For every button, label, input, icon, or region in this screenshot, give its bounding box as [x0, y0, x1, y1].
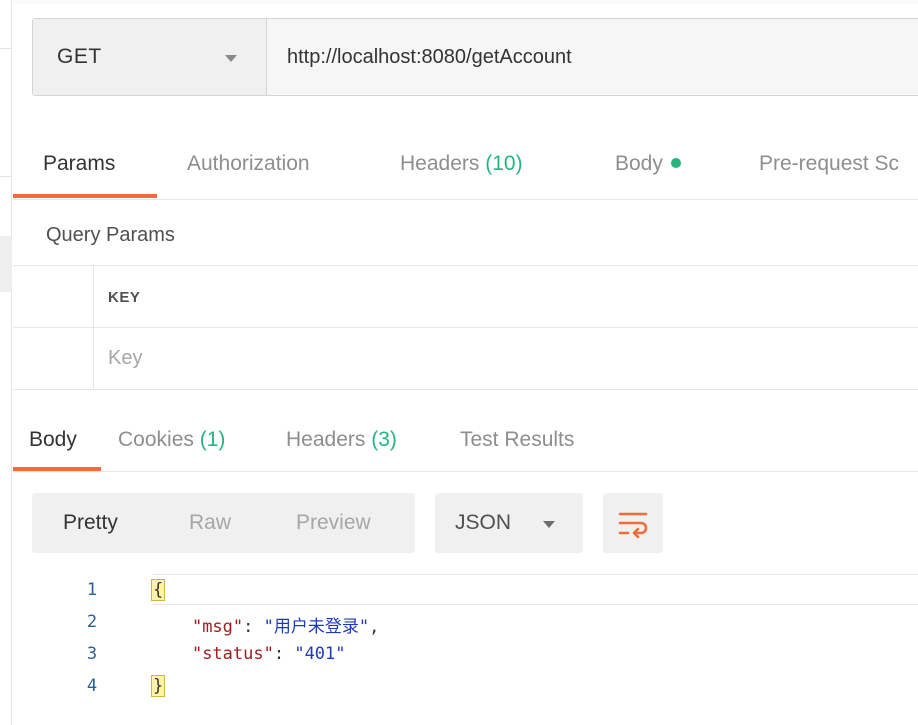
left-panel-divider [0, 176, 12, 177]
status-value: "401" [294, 644, 346, 664]
response-code-viewer[interactable]: 1 { 2 "msg": "用户未登录", 3 "status": "401" … [13, 574, 918, 725]
params-table-divider [13, 265, 918, 266]
open-brace: { [151, 579, 166, 601]
tab-body-label: Body [615, 152, 663, 175]
current-line-highlight [153, 574, 918, 605]
tab-response-headers-label: Headers [286, 428, 366, 451]
left-panel-selected-item[interactable] [0, 236, 12, 292]
tab-response-headers[interactable]: Headers (3) [286, 428, 397, 452]
tab-response-headers-count: (3) [371, 428, 397, 451]
tab-pre-request-script[interactable]: Pre-request Sc [759, 152, 899, 176]
params-key-header: KEY [108, 289, 141, 306]
tab-test-results-label: Test Results [460, 428, 575, 451]
view-mode-group: Pretty Raw Preview [32, 493, 415, 553]
tab-cookies[interactable]: Cookies (1) [118, 428, 225, 452]
tab-headers-count: (10) [485, 152, 523, 175]
active-response-tab-underline [13, 467, 101, 471]
wrap-lines-button[interactable] [603, 493, 663, 553]
active-tab-underline [13, 194, 157, 198]
tab-cookies-count: (1) [199, 428, 226, 451]
raw-button[interactable]: Raw [189, 511, 231, 535]
params-table-column-divider [93, 266, 94, 389]
method-label: GET [57, 45, 102, 68]
left-panel-edge [0, 0, 12, 725]
tab-params-label: Params [43, 152, 116, 175]
tab-params[interactable]: Params [43, 152, 115, 176]
close-brace: } [151, 675, 166, 697]
method-select[interactable]: GET [33, 19, 267, 95]
msg-value: "用户未登录" [263, 617, 370, 637]
status-key: "status" [191, 644, 274, 664]
code-line: 3 "status": "401" [13, 638, 918, 670]
tab-authorization[interactable]: Authorization [187, 152, 310, 176]
chevron-down-icon [225, 55, 237, 62]
chevron-down-icon [543, 521, 555, 528]
response-tabs: Body Cookies (1) Headers (3) Test Result… [13, 412, 918, 472]
code-line: 4 } [13, 670, 918, 702]
tab-response-body-label: Body [29, 428, 77, 451]
pretty-button[interactable]: Pretty [63, 511, 118, 535]
msg-key: "msg" [191, 617, 244, 637]
line-number: 2 [86, 612, 98, 632]
tab-body[interactable]: Body [615, 152, 681, 176]
param-key-input[interactable] [100, 336, 600, 380]
tab-test-results[interactable]: Test Results [460, 428, 574, 452]
line-number: 4 [86, 676, 98, 696]
tab-headers[interactable]: Headers (10) [400, 152, 523, 176]
code-line: 1 { [13, 574, 918, 606]
tab-cookies-label: Cookies [118, 428, 194, 451]
params-table-divider [13, 389, 918, 390]
preview-button[interactable]: Preview [296, 511, 371, 535]
params-table-divider [13, 327, 918, 328]
code-text: } [151, 675, 166, 697]
line-number: 3 [86, 644, 98, 664]
format-select[interactable]: JSON [435, 493, 583, 553]
code-text: { [151, 579, 166, 601]
left-panel-divider [0, 48, 12, 49]
code-text: "status": "401" [191, 644, 346, 664]
line-number: 1 [86, 580, 98, 600]
tab-response-body[interactable]: Body [29, 428, 77, 452]
tab-authorization-label: Authorization [187, 152, 310, 175]
request-tabs: Params Authorization Headers (10) Body P… [13, 130, 918, 200]
url-input[interactable] [267, 19, 918, 95]
tab-headers-label: Headers [400, 152, 480, 175]
code-text: "msg": "用户未登录", [191, 617, 380, 637]
tab-pre-request-label: Pre-request Sc [759, 152, 900, 175]
body-indicator-dot [670, 158, 681, 168]
code-line: 2 "msg": "用户未登录", [13, 606, 918, 638]
query-params-title: Query Params [46, 224, 175, 246]
format-label: JSON [455, 511, 512, 534]
wrap-lines-icon [618, 512, 648, 539]
top-strip [13, 0, 918, 4]
request-bar: GET [32, 18, 918, 96]
